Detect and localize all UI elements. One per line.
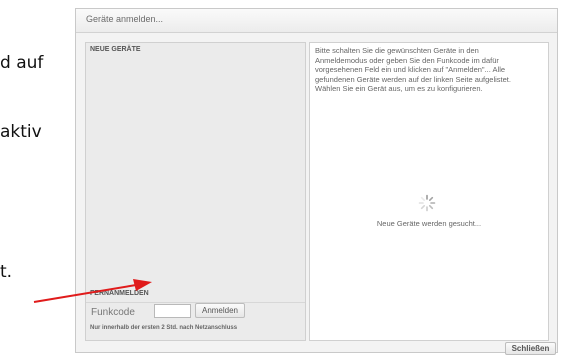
- annotation-arrow: [33, 279, 152, 303]
